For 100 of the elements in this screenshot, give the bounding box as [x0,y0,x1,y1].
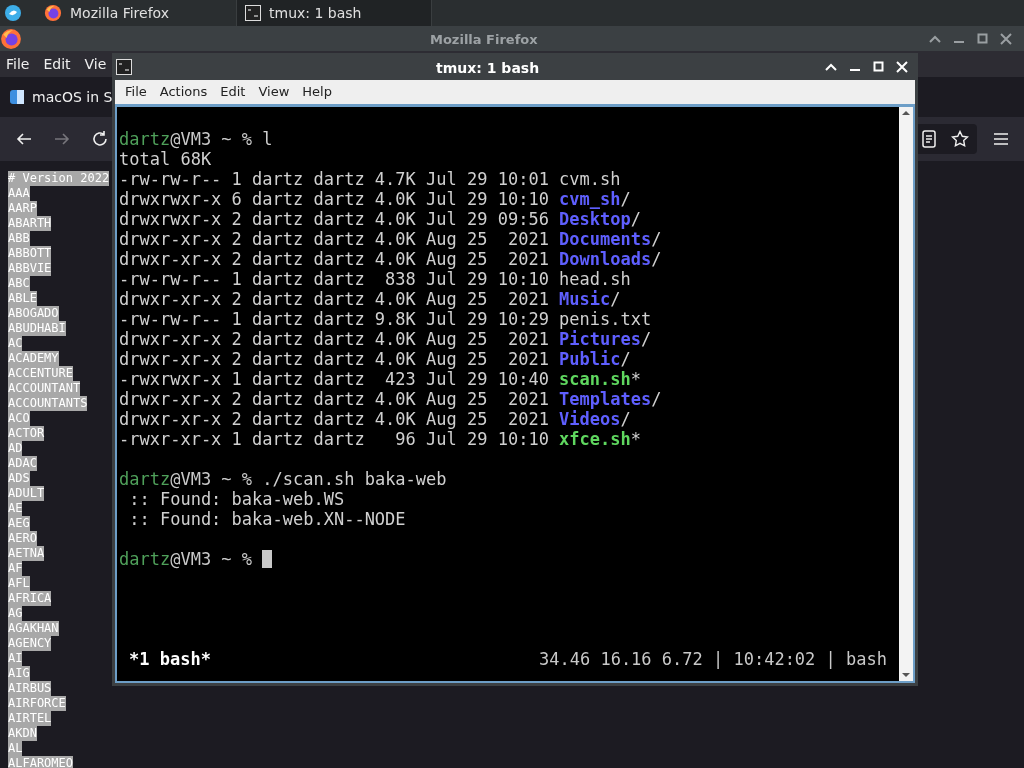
list-text: AIRBUS [8,681,52,696]
file-suffix: / [641,329,652,349]
file-name: Downloads [559,249,652,269]
list-text: AEG [8,516,30,531]
menu-item[interactable]: Edit [220,82,246,102]
list-text: # Version 2022 [8,171,110,186]
file-info: drwxr-xr-x 2 dartz dartz 4.0K Aug 25 2021 [119,249,550,269]
file-suffix: / [620,189,631,209]
command-text: ./scan.sh baka-web [262,469,447,489]
file-name: Pictures [559,329,641,349]
list-text: ACCENTURE [8,366,74,381]
firefox-icon [44,4,62,22]
list-text: AE [8,501,23,516]
list-text: ABC [8,276,30,291]
file-info: drwxr-xr-x 2 dartz dartz 4.0K Aug 25 2021 [119,289,550,309]
list-text: AIRFORCE [8,696,66,711]
file-suffix: * [630,429,641,449]
task-button[interactable]: Mozilla Firefox [36,0,232,26]
list-text: AFL [8,576,30,591]
list-text: ADAC [8,456,37,471]
tmux-status-text: 34.46 16.16 6.72 | 10:42:02 | bash [539,649,887,669]
list-text: AFRICA [8,591,52,606]
list-text: AAA [8,186,30,201]
list-text: ACADEMY [8,351,59,366]
list-text: ABBVIE [8,261,52,276]
file-name: Templates [559,389,652,409]
scroll-down-icon[interactable] [901,671,911,679]
task-button[interactable]: tmux: 1 bash [236,0,432,26]
file-name: cvm_sh [559,189,621,209]
menu-item[interactable]: Actions [159,82,208,102]
browser-tab[interactable]: macOS in S [10,86,113,108]
list-text: AD [8,441,23,456]
file-suffix: / [651,249,662,269]
terminal-icon [245,5,261,21]
list-text: ACCOUNTANT [8,381,81,396]
file-name: scan.sh [559,369,631,389]
window-title: tmux: 1 bash [436,59,540,78]
finder-icon [10,90,24,104]
list-text: AGENCY [8,636,52,651]
menu-item[interactable]: Help [302,82,332,102]
terminal-line: total 68K [119,149,212,169]
menu-item[interactable]: Vie [84,53,107,75]
terminal-line: :: Found: baka-web.XN--NODE [128,509,406,529]
list-text: AIRTEL [8,711,52,726]
file-name: Documents [559,229,652,249]
file-info: drwxr-xr-x 2 dartz dartz 4.0K Aug 25 2021 [119,389,550,409]
app-menu-icon[interactable] [4,4,22,22]
file-info: -rw-rw-r-- 1 dartz dartz 9.8K Jul 29 10:29 [119,309,550,329]
list-text: ACO [8,411,30,426]
list-text: AI [8,651,23,666]
prompt-text: @VM3 ~ % [170,129,254,149]
list-text: ABUDHABI [8,321,66,336]
file-info: drwxr-xr-x 2 dartz dartz 4.0K Aug 25 2021 [119,229,550,249]
prompt-user: dartz [119,129,171,149]
menu-item[interactable]: File [6,53,30,75]
list-text: ACCOUNTANTS [8,396,88,411]
menu-item[interactable]: File [125,82,147,102]
list-text: AKDN [8,726,37,741]
list-text: ACTOR [8,426,45,441]
reader-icon[interactable] [921,130,937,148]
list-text: ADULT [8,486,45,501]
file-suffix: / [620,349,631,369]
list-text: ABBOTT [8,246,52,261]
file-info: -rw-rw-r-- 1 dartz dartz 4.7K Jul 29 10:01 [119,169,550,189]
list-text: ADS [8,471,30,486]
list-text: AGAKHAN [8,621,59,636]
file-info: -rwxrwxr-x 1 dartz dartz 423 Jul 29 10:40 [119,369,550,389]
file-info: drwxr-xr-x 2 dartz dartz 4.0K Aug 25 2021 [119,409,550,429]
file-name: head.sh [559,269,631,289]
file-info: -rw-rw-r-- 1 dartz dartz 838 Jul 29 10:10 [119,269,550,289]
file-info: drwxrwxr-x 6 dartz dartz 4.0K Jul 29 10:10 [119,189,550,209]
terminal-line: :: Found: baka-web.WS [128,489,345,509]
list-text: AF [8,561,23,576]
file-suffix: / [651,229,662,249]
menu-icon[interactable] [993,132,1009,146]
file-name: Desktop [559,209,631,229]
prompt-user: dartz [119,549,171,569]
list-text: ABOGADO [8,306,59,321]
file-suffix: / [630,209,641,229]
list-text: AL [8,741,23,756]
terminal-icon [116,58,132,75]
tmux-window-label: *1 bash* [129,649,211,669]
file-name: Public [559,349,621,369]
prompt-text: @VM3 ~ % [170,469,254,489]
list-text: ABLE [8,291,37,306]
reload-icon[interactable] [91,130,109,148]
file-info: drwxr-xr-x 2 dartz dartz 4.0K Aug 25 2021 [119,349,550,369]
command-text: l [262,129,273,149]
file-name: cvm.sh [559,169,621,189]
star-icon[interactable] [951,130,969,148]
scrollbar[interactable] [899,107,913,681]
file-name: xfce.sh [559,429,631,449]
list-text: AARP [8,201,37,216]
list-text: ALFAROMEO [8,756,74,768]
list-text: AIG [8,666,30,681]
menu-item[interactable]: Edit [43,53,71,75]
file-info: drwxr-xr-x 2 dartz dartz 4.0K Aug 25 2021 [119,329,550,349]
file-info: -rwxr-xr-x 1 dartz dartz 96 Jul 29 10:10 [119,429,550,449]
menu-item[interactable]: View [258,82,290,102]
file-suffix: / [610,289,621,309]
